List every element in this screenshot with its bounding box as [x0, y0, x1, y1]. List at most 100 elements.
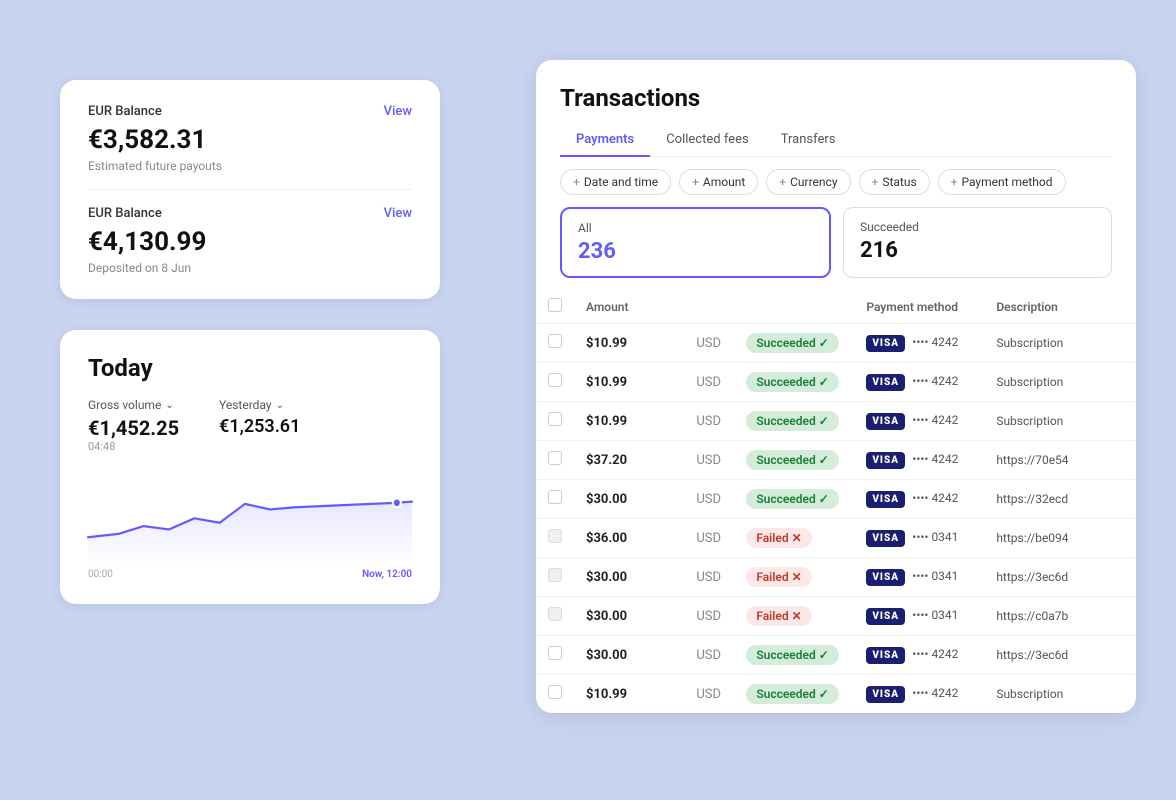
visa-icon-5: VISA	[866, 530, 905, 547]
summary-row: All 236 Succeeded 216	[536, 207, 1136, 290]
row-currency-7: USD	[684, 597, 734, 636]
row-desc-9: Subscription	[984, 675, 1136, 714]
tab-payments[interactable]: Payments	[560, 124, 650, 157]
yesterday-value: €1,253.61	[219, 416, 300, 437]
card-dots-1: •••• 4242	[912, 374, 958, 388]
summary-all[interactable]: All 236	[560, 207, 831, 278]
balance-card-1: EUR Balance View €3,582.31 Estimated fut…	[60, 80, 440, 299]
row-desc-1: Subscription	[984, 363, 1136, 402]
filter-date-label: Date and time	[584, 175, 658, 189]
th-description: Description	[984, 290, 1136, 324]
balance-amount-1: €3,582.31	[88, 125, 412, 155]
row-currency-0: USD	[684, 324, 734, 363]
filter-currency[interactable]: + Currency	[766, 169, 850, 195]
row-status-8: Succeeded ✓	[734, 636, 854, 675]
status-badge-2: Succeeded ✓	[746, 411, 838, 431]
row-currency-8: USD	[684, 636, 734, 675]
row-checkbox-3[interactable]	[548, 451, 562, 465]
row-status-4: Succeeded ✓	[734, 480, 854, 519]
table-row[interactable]: $30.00 USD Failed ✕ VISA •••• 0341 https…	[536, 558, 1136, 597]
row-checkbox-8[interactable]	[548, 646, 562, 660]
table-row[interactable]: $30.00 USD Succeeded ✓ VISA •••• 4242 ht…	[536, 636, 1136, 675]
balance-sub-2: Deposited on 8 Jun	[88, 261, 412, 275]
transactions-panel: Transactions Payments Collected fees Tra…	[536, 60, 1136, 713]
status-badge-8: Succeeded ✓	[746, 645, 838, 665]
filter-payment-method[interactable]: + Payment method	[938, 169, 1066, 195]
tab-collected-fees[interactable]: Collected fees	[650, 124, 764, 157]
balance-label-2: EUR Balance	[88, 206, 162, 221]
summary-succeeded-label: Succeeded	[860, 220, 1095, 234]
filter-amount[interactable]: + Amount	[679, 169, 758, 195]
row-status-6: Failed ✕	[734, 558, 854, 597]
row-payment-0: VISA •••• 4242	[854, 324, 984, 363]
row-status-7: Failed ✕	[734, 597, 854, 636]
left-panel: EUR Balance View €3,582.31 Estimated fut…	[60, 80, 440, 315]
row-checkbox-6[interactable]	[548, 568, 562, 582]
card-dots-5: •••• 0341	[912, 530, 958, 544]
chart-start-label: 00:00	[88, 569, 113, 580]
gross-volume-group: Gross volume ⌄ €1,452.25 04:48	[88, 398, 179, 453]
view-link-1[interactable]: View	[384, 104, 412, 119]
row-status-0: Succeeded ✓	[734, 324, 854, 363]
row-checkbox-5[interactable]	[548, 529, 562, 543]
tab-transfers[interactable]: Transfers	[765, 124, 852, 157]
row-payment-8: VISA •••• 4242	[854, 636, 984, 675]
row-payment-9: VISA •••• 4242	[854, 675, 984, 714]
row-amount-6: $30.00	[574, 558, 684, 597]
table-row[interactable]: $10.99 USD Succeeded ✓ VISA •••• 4242 Su…	[536, 324, 1136, 363]
row-checkbox-7[interactable]	[548, 607, 562, 621]
view-link-2[interactable]: View	[384, 206, 412, 221]
table-row[interactable]: $37.20 USD Succeeded ✓ VISA •••• 4242 ht…	[536, 441, 1136, 480]
balance-amount-2: €4,130.99	[88, 227, 412, 257]
chevron-down-icon: ⌄	[165, 400, 173, 411]
row-desc-2: Subscription	[984, 402, 1136, 441]
status-badge-1: Succeeded ✓	[746, 372, 838, 392]
th-amount: Amount	[574, 290, 684, 324]
table-row[interactable]: $10.99 USD Succeeded ✓ VISA •••• 4242 Su…	[536, 402, 1136, 441]
table-row[interactable]: $36.00 USD Failed ✕ VISA •••• 0341 https…	[536, 519, 1136, 558]
row-payment-6: VISA •••• 0341	[854, 558, 984, 597]
table-row[interactable]: $30.00 USD Succeeded ✓ VISA •••• 4242 ht…	[536, 480, 1136, 519]
visa-icon-8: VISA	[866, 647, 905, 664]
row-currency-3: USD	[684, 441, 734, 480]
chart-end-label: Now, 12:00	[362, 569, 412, 580]
row-status-2: Succeeded ✓	[734, 402, 854, 441]
row-desc-7: https://c0a7b	[984, 597, 1136, 636]
status-badge-9: Succeeded ✓	[746, 684, 838, 704]
row-amount-7: $30.00	[574, 597, 684, 636]
row-checkbox-2[interactable]	[548, 412, 562, 426]
row-checkbox-4[interactable]	[548, 490, 562, 504]
row-status-3: Succeeded ✓	[734, 441, 854, 480]
visa-icon-9: VISA	[866, 686, 905, 703]
card-dots-8: •••• 4242	[912, 647, 958, 661]
row-checkbox-1[interactable]	[548, 373, 562, 387]
chart-time-labels: 00:00 Now, 12:00	[88, 569, 412, 580]
select-all-checkbox[interactable]	[548, 298, 562, 312]
row-amount-1: $10.99	[574, 363, 684, 402]
balance-label-1: EUR Balance	[88, 104, 162, 119]
summary-succeeded[interactable]: Succeeded 216	[843, 207, 1112, 278]
plus-icon-currency: +	[779, 175, 786, 189]
transactions-header: Transactions Payments Collected fees Tra…	[536, 60, 1136, 157]
row-payment-2: VISA •••• 4242	[854, 402, 984, 441]
plus-icon-amount: +	[692, 175, 699, 189]
table-row[interactable]: $10.99 USD Succeeded ✓ VISA •••• 4242 Su…	[536, 675, 1136, 714]
row-desc-8: https://3ec6d	[984, 636, 1136, 675]
filter-status[interactable]: + Status	[859, 169, 930, 195]
gross-volume-value: €1,452.25	[88, 416, 179, 440]
row-desc-6: https://3ec6d	[984, 558, 1136, 597]
status-badge-0: Succeeded ✓	[746, 333, 838, 353]
table-row[interactable]: $30.00 USD Failed ✕ VISA •••• 0341 https…	[536, 597, 1136, 636]
table-row[interactable]: $10.99 USD Succeeded ✓ VISA •••• 4242 Su…	[536, 363, 1136, 402]
row-checkbox-0[interactable]	[548, 334, 562, 348]
row-amount-0: $10.99	[574, 324, 684, 363]
transactions-table: Amount Payment method Description $10.99…	[536, 290, 1136, 713]
row-status-5: Failed ✕	[734, 519, 854, 558]
row-payment-5: VISA •••• 0341	[854, 519, 984, 558]
row-desc-3: https://70e54	[984, 441, 1136, 480]
chart-area	[88, 465, 412, 565]
filter-date-time[interactable]: + Date and time	[560, 169, 671, 195]
row-checkbox-9[interactable]	[548, 685, 562, 699]
th-payment: Payment method	[854, 290, 984, 324]
filter-payment-label: Payment method	[961, 175, 1052, 189]
